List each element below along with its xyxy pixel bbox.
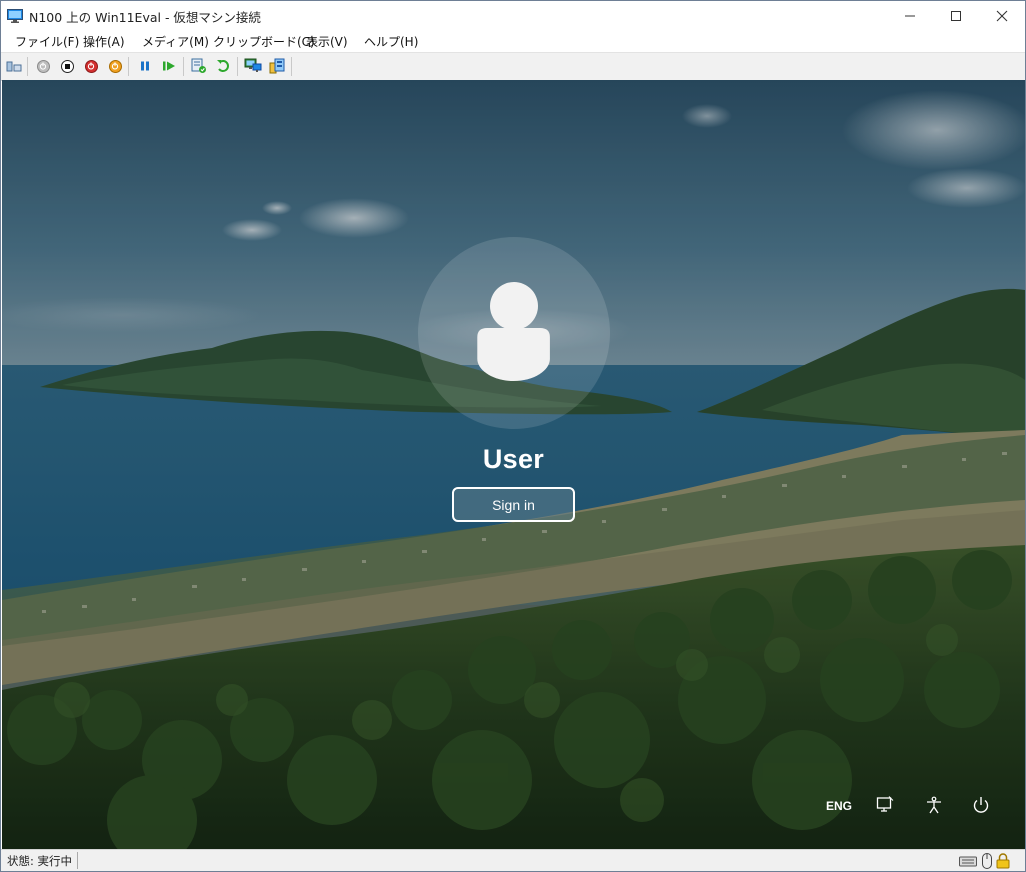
menu-action[interactable]: 操作(A) — [83, 33, 125, 50]
network-icon[interactable] — [874, 794, 896, 816]
accessibility-icon[interactable] — [923, 794, 945, 816]
toolbar-separator — [237, 57, 238, 76]
toolbar-separator — [27, 57, 28, 76]
title-bar[interactable]: N100 上の Win11Eval - 仮想マシン接続 — [1, 1, 1025, 31]
menu-view[interactable]: 表示(V) — [306, 33, 348, 50]
enhanced-session-icon[interactable] — [244, 57, 262, 75]
user-icon — [477, 282, 550, 381]
share-icon[interactable] — [268, 57, 286, 75]
vm-display[interactable]: User Sign in ENG — [2, 80, 1025, 849]
vm-status: 状態: 実行中 — [7, 854, 73, 868]
keyboard-icon — [959, 853, 977, 871]
menu-file[interactable]: ファイル(F) — [15, 33, 79, 50]
save-icon[interactable] — [106, 57, 124, 75]
minimize-button[interactable] — [887, 1, 933, 31]
pause-icon[interactable] — [136, 57, 154, 75]
menu-bar: ファイル(F) 操作(A) メディア(M) クリップボード(C) 表示(V) ヘ… — [1, 31, 1025, 51]
shut-down-icon[interactable] — [82, 57, 100, 75]
turn-off-icon[interactable] — [58, 57, 76, 75]
start-icon[interactable] — [34, 57, 52, 75]
window-title: N100 上の Win11Eval - 仮想マシン接続 — [29, 10, 261, 25]
close-button[interactable] — [979, 1, 1025, 31]
checkpoint-icon[interactable] — [190, 57, 208, 75]
toolbar-separator — [128, 57, 129, 76]
mouse-icon — [982, 853, 992, 871]
vm-connection-window: N100 上の Win11Eval - 仮想マシン接続 ファイル(F) 操作(A… — [0, 0, 1026, 872]
user-avatar — [418, 237, 610, 429]
user-name: User — [482, 444, 545, 474]
toolbar-separator — [291, 57, 292, 76]
revert-icon[interactable] — [214, 57, 232, 75]
resume-icon[interactable] — [160, 57, 178, 75]
maximize-button[interactable] — [933, 1, 979, 31]
sign-in-button[interactable]: Sign in — [452, 487, 575, 522]
status-bar: 状態: 実行中 — [1, 849, 1025, 871]
toolbar — [1, 52, 1025, 81]
menu-help[interactable]: ヘルプ(H) — [364, 33, 418, 50]
status-separator — [77, 852, 78, 869]
language-indicator[interactable]: ENG — [826, 799, 852, 813]
vm-connection-app-icon — [7, 8, 23, 23]
menu-clipboard[interactable]: クリップボード(C) — [213, 33, 315, 50]
menu-media[interactable]: メディア(M) — [142, 33, 209, 50]
lock-icon — [996, 853, 1010, 871]
ctrl-alt-del-icon[interactable] — [5, 57, 23, 75]
power-icon[interactable] — [970, 794, 992, 816]
toolbar-separator — [183, 57, 184, 76]
